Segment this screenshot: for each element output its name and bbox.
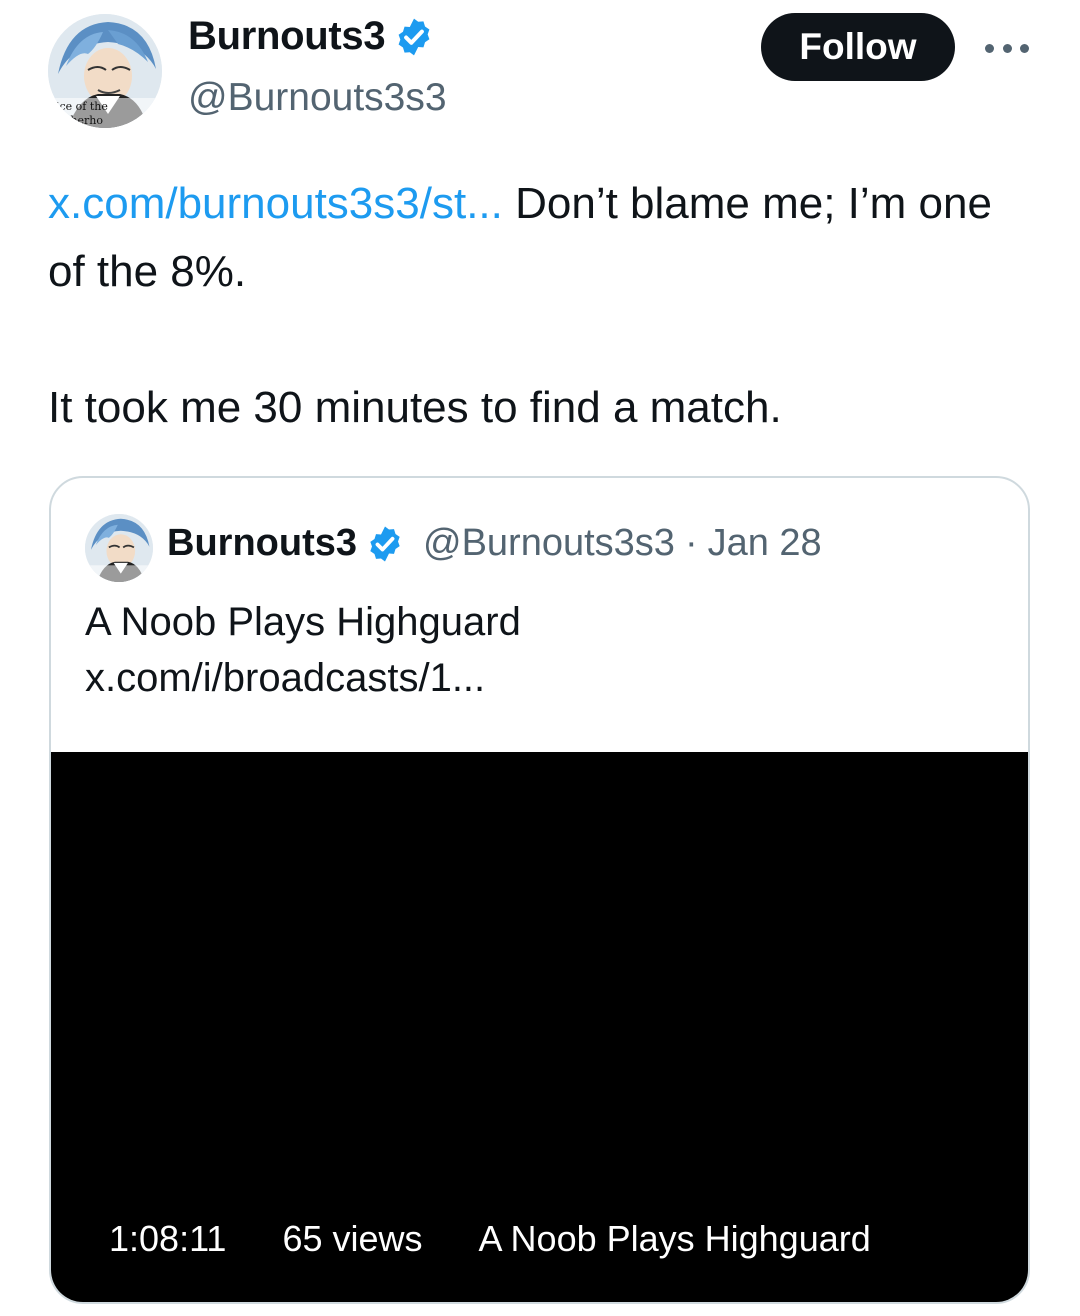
video-duration: 1:08:11 xyxy=(109,1218,227,1259)
tweet-link[interactable]: x.com/burnouts3s3/st... xyxy=(48,179,503,228)
quoted-tweet-card[interactable]: Burnouts3 @Burnouts3s3 · Jan 28 A Noob P… xyxy=(49,476,1030,1304)
tweet-text: x.com/burnouts3s3/st... Don’t blame me; … xyxy=(48,170,1038,442)
quoted-author-name[interactable]: Burnouts3 xyxy=(167,522,357,565)
video-metadata: 1:08:11 65 views A Noob Plays Highguard xyxy=(109,1218,871,1260)
broadcast-video-player[interactable]: 1:08:11 65 views A Noob Plays Highguard xyxy=(51,752,1028,1302)
quoted-author-handle[interactable]: @Burnouts3s3 xyxy=(423,522,675,565)
follow-button[interactable]: Follow xyxy=(761,13,955,81)
avatar-image: ice of the therho xyxy=(48,14,162,128)
quoted-verified-badge-icon xyxy=(365,524,405,564)
quoted-title: A Noob Plays Highguard xyxy=(85,600,521,644)
quoted-link[interactable]: x.com/i/broadcasts/1... xyxy=(85,650,521,706)
svg-text:ice of the: ice of the xyxy=(56,100,108,113)
video-views: 65 views xyxy=(282,1218,423,1259)
svg-text:therho: therho xyxy=(66,114,103,127)
quoted-avatar-image xyxy=(85,514,153,582)
quoted-separator: · xyxy=(684,522,698,564)
quoted-author-avatar[interactable] xyxy=(85,514,153,582)
verified-badge-icon xyxy=(393,16,435,58)
video-title: A Noob Plays Highguard xyxy=(478,1218,871,1259)
more-options-icon[interactable] xyxy=(985,38,1029,58)
author-avatar[interactable]: ice of the therho xyxy=(48,14,162,128)
tweet-page: ice of the therho Burnouts3 @Burnouts3s3… xyxy=(0,0,1080,1316)
quoted-date[interactable]: Jan 28 xyxy=(708,522,822,565)
author-name-text: Burnouts3 xyxy=(188,14,386,58)
tweet-second-paragraph: It took me 30 minutes to find a match. xyxy=(48,383,782,432)
tweet-first-paragraph: x.com/burnouts3s3/st... Don’t blame me; … xyxy=(48,170,1038,306)
quoted-tweet-text: A Noob Plays Highguard x.com/i/broadcast… xyxy=(85,594,521,706)
author-display-name[interactable]: Burnouts3 xyxy=(188,14,435,59)
quoted-tweet-header: Burnouts3 @Burnouts3s3 · Jan 28 xyxy=(167,522,822,565)
author-handle[interactable]: @Burnouts3s3 xyxy=(188,76,447,120)
